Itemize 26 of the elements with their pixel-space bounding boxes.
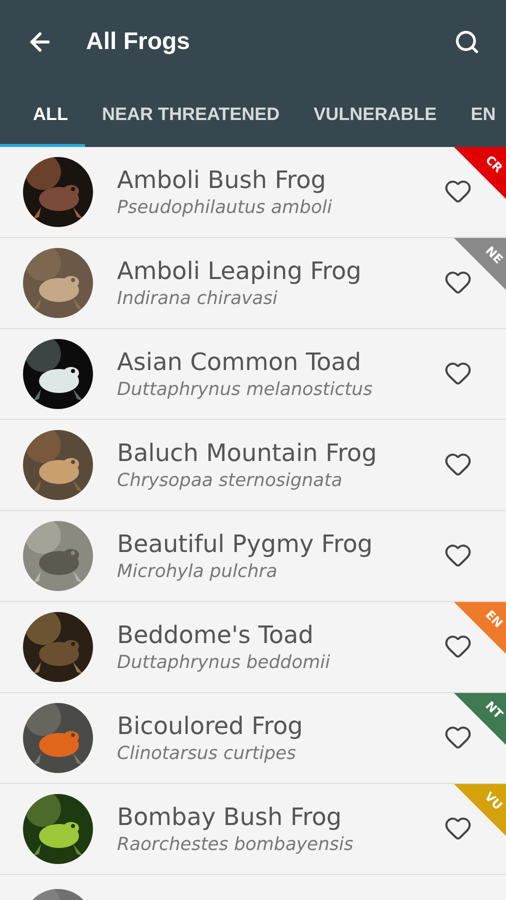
tab[interactable]: EN	[454, 84, 506, 147]
frog-name: Bicoulored Frog	[117, 710, 303, 741]
status-badge: VU	[454, 784, 506, 836]
frog-name: Baluch Mountain Frog	[117, 438, 377, 468]
tab[interactable]: VULNERABLE	[296, 84, 454, 147]
search-icon[interactable]	[454, 29, 480, 55]
tab[interactable]: NEAR THREATENED	[85, 84, 297, 147]
status-badge: NT	[454, 693, 506, 745]
scientific-name: Duttaphrynus beddomii	[117, 652, 330, 674]
status-badge: NE	[454, 238, 506, 290]
scientific-name: Microhyla pulchra	[117, 560, 278, 584]
frog-name: Bombay Bush Frog	[117, 802, 343, 832]
scientific-name: Indirana chiravasi	[117, 288, 279, 310]
scientific-name: Clinotarsus curtipes	[117, 742, 298, 766]
scientific-name: Pseudophilautus amboli	[117, 196, 332, 220]
frog-name: Amboli Bush Frog	[117, 164, 328, 195]
status-badge: CR	[454, 147, 506, 199]
frog-name: Beddome's Toad	[117, 620, 314, 650]
frog-name: Asian Common Toad	[117, 346, 362, 377]
scientific-name: Raorchestes bombayensis	[117, 834, 354, 856]
scientific-name: Duttaphrynus melanostictus	[117, 378, 372, 402]
scientific-name: Chrysopaa sternosignata	[117, 470, 344, 492]
status-badge: EN	[454, 602, 506, 654]
frog-name: Amboli Leaping Frog	[117, 256, 362, 286]
screen-title: All Frogs	[86, 27, 190, 57]
frog-name: Beautiful Pygmy Frog	[117, 528, 373, 559]
